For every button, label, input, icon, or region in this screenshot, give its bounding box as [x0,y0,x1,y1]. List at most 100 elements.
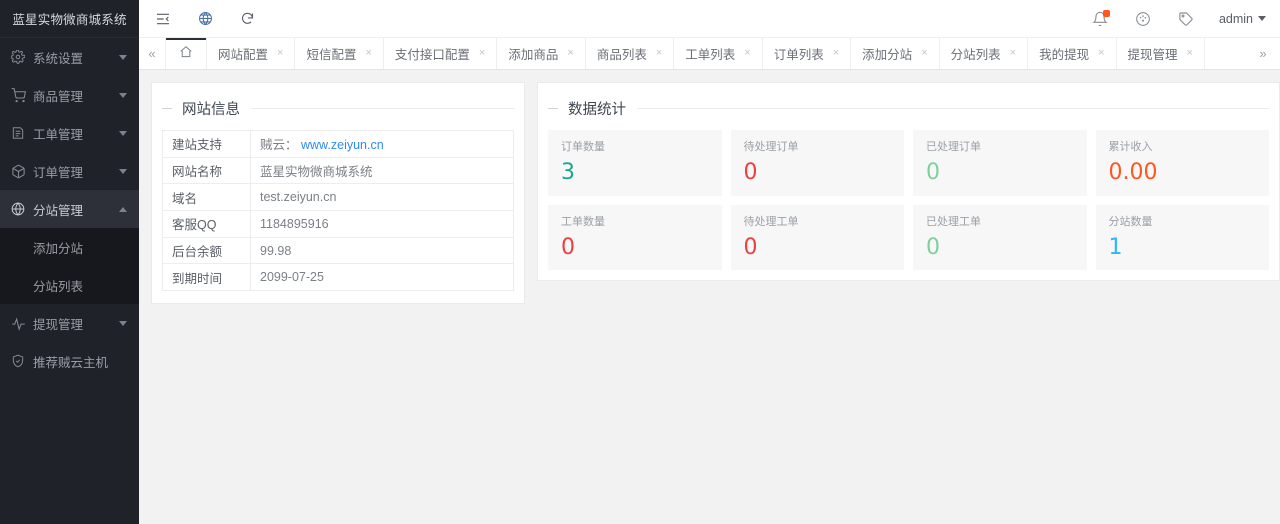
stat-card-order-count: 订单数量 3 [548,130,722,196]
sidebar-item-ticket-management[interactable]: 工单管理 [0,114,139,152]
stat-value: 0.00 [1109,159,1270,187]
tab-label: 添加分站 [862,44,912,63]
tab-site-config[interactable]: 网站配置 × [207,38,295,69]
chevron-down-icon [119,321,127,326]
tab-payment-config[interactable]: 支付接口配置 × [384,38,497,69]
tab-ticket-list[interactable]: 工单列表 × [674,38,762,69]
tabs-scroll-left-button[interactable]: « [139,38,165,69]
sidebar-item-label: 商品管理 [33,86,115,105]
sidebar-submenu-substation: 添加分站 分站列表 [0,228,139,304]
panel-title-text: 数据统计 [568,98,626,119]
title-dash [162,108,172,109]
stat-card-total-income: 累计收入 0.00 [1096,130,1270,196]
stat-label: 工单数量 [561,216,722,229]
sidebar-item-system-settings[interactable]: 系统设置 [0,38,139,76]
tab-add-product[interactable]: 添加商品 × [497,38,585,69]
shield-check-icon [10,353,26,369]
tab-order-list[interactable]: 订单列表 × [763,38,851,69]
tab-home[interactable] [165,38,207,69]
tab-label: 网站配置 [218,44,268,63]
table-row: 建站支持 贼云： www.zeiyun.cn [163,131,514,158]
row-key: 后台余额 [163,237,251,264]
globe-icon[interactable] [195,9,215,29]
bell-icon[interactable] [1090,9,1110,29]
title-dash [548,108,558,109]
sidebar-item-recommended-host[interactable]: 推荐贼云主机 [0,342,139,380]
site-info-title-row: 网站信息 [162,91,514,130]
tab-withdraw-management[interactable]: 提现管理 × [1117,38,1205,69]
tab-label: 分站列表 [951,44,1001,63]
menu-collapse-icon[interactable] [153,9,173,29]
refresh-icon[interactable] [237,9,257,29]
chevron-down-icon [119,131,127,136]
title-rule [252,108,514,109]
close-icon[interactable]: × [479,48,485,59]
stat-value: 0 [926,234,1087,262]
close-icon[interactable]: × [833,48,839,59]
site-info-panel: 网站信息 建站支持 贼云： www.zeiyun.cn 网站名称 蓝星实物微商城… [151,82,525,304]
stat-card-pending-tickets: 待处理工单 0 [731,205,905,271]
stat-card-processed-tickets: 已处理工单 0 [913,205,1087,271]
cart-icon [10,87,26,103]
tab-sms-config[interactable]: 短信配置 × [295,38,383,69]
stats-grid: 订单数量 3 待处理订单 0 已处理订单 0 累计收入 0.00 [548,130,1269,270]
close-icon[interactable]: × [277,48,283,59]
stat-label: 已处理订单 [926,141,1087,154]
tab-add-substation[interactable]: 添加分站 × [851,38,939,69]
table-row: 域名 test.zeiyun.cn [163,184,514,211]
tab-substation-list[interactable]: 分站列表 × [940,38,1028,69]
row-key: 建站支持 [163,131,251,158]
close-icon[interactable]: × [365,48,371,59]
sidebar-item-label: 分站管理 [33,200,115,219]
sidebar-item-label: 提现管理 [33,314,115,333]
gear-icon [10,49,26,65]
app-root: 蓝星实物微商城系统 系统设置 [0,0,1280,524]
sidebar-item-label: 订单管理 [33,162,115,181]
sidebar-item-withdraw-management[interactable]: 提现管理 [0,304,139,342]
sidebar-item-order-management[interactable]: 订单管理 [0,152,139,190]
sidebar-subitem-label: 分站列表 [33,276,83,295]
close-icon[interactable]: × [1187,48,1193,59]
close-icon[interactable]: × [744,48,750,59]
stat-label: 累计收入 [1109,141,1270,154]
sidebar-item-product-management[interactable]: 商品管理 [0,76,139,114]
topbar: admin [139,0,1280,38]
row-key: 到期时间 [163,264,251,291]
stat-value: 0 [561,234,722,262]
title-rule [638,108,1269,109]
sidebar-subitem-add-substation[interactable]: 添加分站 [0,228,139,266]
box-icon [10,163,26,179]
close-icon[interactable]: × [656,48,662,59]
close-icon[interactable]: × [567,48,573,59]
stat-value: 3 [561,159,722,187]
support-prefix: 贼云： [260,138,298,152]
sidebar-subitem-substation-list[interactable]: 分站列表 [0,266,139,304]
user-menu[interactable]: admin [1219,12,1266,26]
tab-label: 添加商品 [508,44,558,63]
tab-my-withdrawals[interactable]: 我的提现 × [1028,38,1116,69]
row-key: 域名 [163,184,251,211]
sidebar-item-label: 工单管理 [33,124,115,143]
stat-card-pending-orders: 待处理订单 0 [731,130,905,196]
table-row: 客服QQ 1184895916 [163,211,514,238]
tabs-scroll-right-button[interactable]: » [1246,38,1280,69]
row-key: 客服QQ [163,211,251,238]
table-row: 到期时间 2099-07-25 [163,264,514,291]
tag-icon[interactable] [1176,9,1196,29]
sidebar-nav: 系统设置 商品管理 工单管理 [0,38,139,524]
sidebar-item-substation-management[interactable]: 分站管理 [0,190,139,228]
row-value: 蓝星实物微商城系统 [251,157,514,184]
stat-value: 0 [744,159,905,187]
close-icon[interactable]: × [921,48,927,59]
stat-card-substation-count: 分站数量 1 [1096,205,1270,271]
theme-palette-icon[interactable] [1133,9,1153,29]
topbar-right-actions: admin [1090,9,1280,29]
chevron-down-icon [1258,16,1266,21]
table-row: 网站名称 蓝星实物微商城系统 [163,157,514,184]
stat-label: 待处理工单 [744,216,905,229]
support-link[interactable]: www.zeiyun.cn [301,138,384,152]
close-icon[interactable]: × [1010,48,1016,59]
home-icon [179,45,193,62]
close-icon[interactable]: × [1098,48,1104,59]
tab-product-list[interactable]: 商品列表 × [586,38,674,69]
